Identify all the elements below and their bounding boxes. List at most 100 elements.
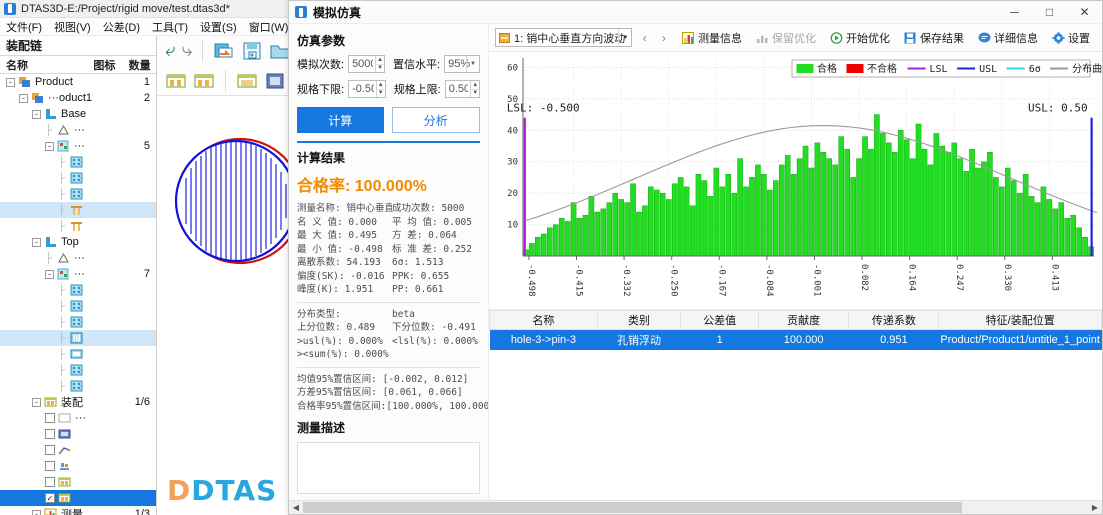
tree-expander-icon[interactable]: - <box>32 398 41 407</box>
tree-node[interactable]: ├ <box>0 298 156 314</box>
tree-node[interactable]: -···7 <box>0 266 156 282</box>
start-optimize-button[interactable]: 开始优化 <box>824 27 896 48</box>
spin-up-icon[interactable]: ▲ <box>376 56 384 65</box>
tolerance-icon-1[interactable] <box>165 70 187 92</box>
tolerance-icon-2[interactable] <box>193 70 215 92</box>
histogram-chart[interactable]: 102030405060LSL: -0.500USL: 0.50-0.498-0… <box>489 52 1102 310</box>
tree-node[interactable]: -装配1/6 <box>0 394 156 410</box>
prev-measurement-button[interactable]: ‹ <box>637 28 651 47</box>
tree-node[interactable]: ├ <box>0 362 156 378</box>
maximize-button[interactable]: □ <box>1032 1 1067 24</box>
assembly-tree-body[interactable]: -Product1-···oduct12-Base├···-···5├├├├├-… <box>0 74 156 515</box>
table-body[interactable]: hole-3->pin-3孔销浮动1100.0000.951Product/Pr… <box>490 330 1102 350</box>
calculate-button[interactable]: 计算 <box>297 107 384 133</box>
tree-expander-icon[interactable]: - <box>32 238 41 247</box>
result-toolbar-buttons[interactable]: 测量信息 保留优化 开始优化 <box>676 27 1096 48</box>
scrollbar-thumb[interactable] <box>303 502 962 513</box>
tree-node[interactable] <box>0 458 156 474</box>
menu-settings[interactable]: 设置(S) <box>200 19 237 35</box>
assembly-tool-icon[interactable] <box>236 70 258 92</box>
tree-node[interactable]: -Base <box>0 106 156 122</box>
chevron-down-icon[interactable]: ▼ <box>618 29 631 46</box>
usl-stepper[interactable]: ▲▼ <box>445 80 480 98</box>
spin-down-icon[interactable]: ▼ <box>471 90 479 98</box>
table-column-header[interactable]: 贡献度 <box>758 311 848 330</box>
spin-up-icon[interactable]: ▲ <box>377 81 385 90</box>
usl-input[interactable] <box>446 81 471 97</box>
tree-node[interactable]: ├··· <box>0 122 156 138</box>
measurement-select[interactable]: 1: 销中心垂直方向波动 ▼ <box>495 28 632 47</box>
settings-button[interactable]: 设置 <box>1046 27 1096 48</box>
tree-node[interactable]: ├ <box>0 202 156 218</box>
tree-node[interactable]: -测量1/3 <box>0 506 156 515</box>
lsl-stepper[interactable]: ▲▼ <box>348 80 386 98</box>
sim-count-stepper[interactable]: ▲▼ <box>348 55 385 73</box>
tree-node[interactable]: ··· <box>0 410 156 426</box>
save-result-button[interactable]: 保存结果 <box>898 27 970 48</box>
sim-count-spin-buttons[interactable]: ▲▼ <box>375 56 384 72</box>
table-column-header[interactable]: 公差值 <box>681 311 759 330</box>
tree-node-checkbox[interactable] <box>45 461 55 471</box>
spin-up-icon[interactable]: ▲ <box>471 81 479 90</box>
tree-node[interactable]: ├ <box>0 378 156 394</box>
close-button[interactable]: ✕ <box>1067 1 1102 24</box>
tree-node[interactable]: ├ <box>0 218 156 234</box>
menu-view[interactable]: 视图(V) <box>54 19 91 35</box>
table-column-header[interactable]: 特征/装配位置 <box>939 311 1102 330</box>
tree-node[interactable]: ├ <box>0 186 156 202</box>
scrollbar-track[interactable] <box>303 501 1088 514</box>
tree-node[interactable] <box>0 474 156 490</box>
menu-window[interactable]: 窗口(W) <box>249 19 289 35</box>
tree-node[interactable]: ├··· <box>0 250 156 266</box>
tree-node[interactable]: -···oduct12 <box>0 90 156 106</box>
tree-node[interactable] <box>0 442 156 458</box>
tree-expander-icon[interactable]: - <box>45 142 54 151</box>
tree-node[interactable]: ├ <box>0 170 156 186</box>
tree-expander-icon[interactable]: - <box>32 510 41 515</box>
tree-node[interactable]: -Top <box>0 234 156 250</box>
redo-icon[interactable]: ⤷ <box>182 41 193 61</box>
tree-node-checkbox[interactable] <box>45 413 55 423</box>
menu-tolerance[interactable]: 公差(D) <box>103 19 140 35</box>
sim-count-input[interactable] <box>349 56 375 72</box>
table-column-header[interactable]: 传递系数 <box>849 311 939 330</box>
tree-expander-icon[interactable]: - <box>6 78 15 87</box>
tree-node-checkbox[interactable] <box>45 429 55 439</box>
measure-info-button[interactable]: 测量信息 <box>676 27 748 48</box>
menu-file[interactable]: 文件(F) <box>6 19 42 35</box>
analyze-button[interactable]: 分析 <box>392 107 481 133</box>
tree-expander-icon[interactable]: - <box>45 270 54 279</box>
minimize-button[interactable]: ─ <box>997 1 1032 24</box>
tree-node[interactable]: -Product1 <box>0 74 156 90</box>
lsl-spin-buttons[interactable]: ▲▼ <box>376 81 385 97</box>
table-column-header[interactable]: 类别 <box>597 311 681 330</box>
spin-down-icon[interactable]: ▼ <box>376 65 384 73</box>
menu-tools[interactable]: 工具(T) <box>152 19 188 35</box>
tree-node-checkbox[interactable] <box>45 445 55 455</box>
next-measurement-button[interactable]: › <box>657 28 671 47</box>
window-controls[interactable]: ─ □ ✕ <box>997 1 1102 24</box>
undo-icon[interactable]: ⤶ <box>165 41 176 61</box>
tree-node-checkbox[interactable] <box>45 477 55 487</box>
tree-node[interactable]: ✓ <box>0 490 156 506</box>
spin-down-icon[interactable]: ▼ <box>377 90 385 98</box>
tree-node-checkbox[interactable]: ✓ <box>45 493 55 503</box>
keep-optimize-button[interactable]: 保留优化 <box>750 27 822 48</box>
import-model-icon[interactable] <box>213 40 235 62</box>
description-textarea[interactable] <box>297 442 480 494</box>
tree-node[interactable]: ├ <box>0 330 156 346</box>
tree-node[interactable]: -···5 <box>0 138 156 154</box>
tree-node[interactable] <box>0 426 156 442</box>
histogram-bars[interactable] <box>523 115 1093 256</box>
tree-node[interactable]: ├ <box>0 314 156 330</box>
save-model-icon[interactable] <box>241 40 263 62</box>
usl-spin-buttons[interactable]: ▲▼ <box>470 81 479 97</box>
detail-info-button[interactable]: 详细信息 <box>972 27 1044 48</box>
chevron-down-icon[interactable]: ▼ <box>466 56 479 72</box>
lsl-input[interactable] <box>349 81 376 97</box>
scroll-right-icon[interactable]: ▶ <box>1088 501 1102 514</box>
tree-node[interactable]: ├ <box>0 282 156 298</box>
horizontal-scrollbar[interactable]: ◀ ▶ <box>289 500 1102 514</box>
result-toolbar[interactable]: 1: 销中心垂直方向波动 ▼ ‹ › 测量信息 <box>489 24 1102 52</box>
table-row[interactable]: hole-3->pin-3孔销浮动1100.0000.951Product/Pr… <box>490 330 1102 350</box>
